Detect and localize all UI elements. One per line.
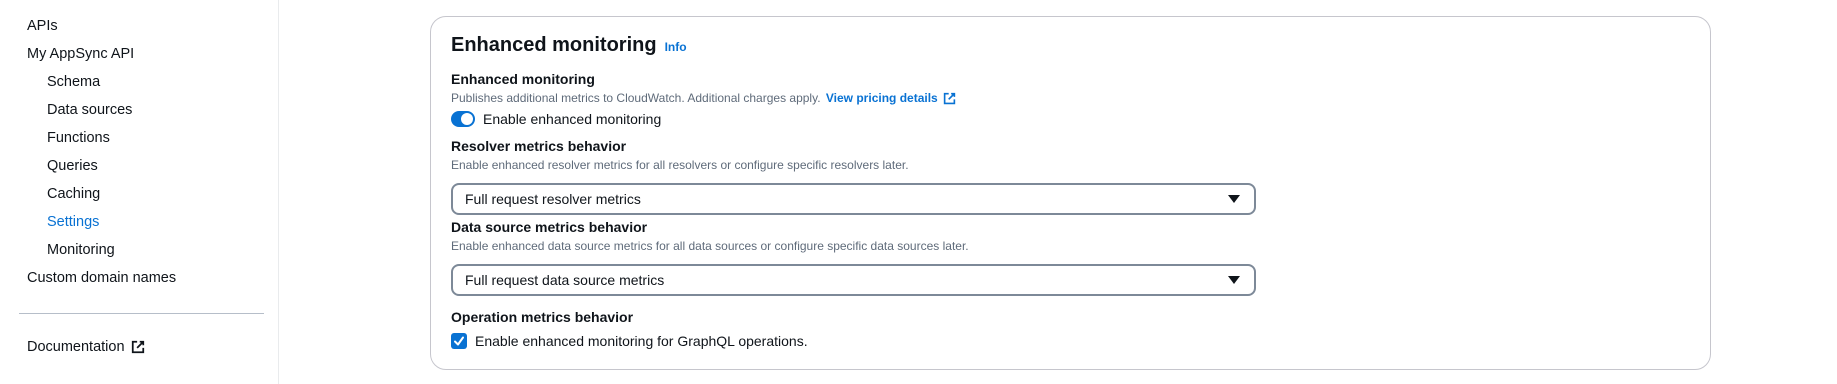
sidebar-item-custom-domain-names[interactable]: Custom domain names xyxy=(27,270,176,286)
data-source-metrics-select-value: Full request data source metrics xyxy=(465,272,665,288)
sidebar-item-functions[interactable]: Functions xyxy=(47,130,110,146)
app-root: APIs My AppSync API Schema Data sources … xyxy=(0,0,1837,384)
enhanced-monitoring-toggle[interactable] xyxy=(451,111,475,127)
enhanced-monitoring-container: Enhanced monitoring Info Enhanced monito… xyxy=(430,16,1711,370)
enhanced-monitoring-label: Enhanced monitoring xyxy=(451,71,595,87)
sidebar-item-my-appsync-api[interactable]: My AppSync API xyxy=(27,46,134,62)
operation-metrics-label: Operation metrics behavior xyxy=(451,309,634,325)
resolver-metrics-label: Resolver metrics behavior xyxy=(451,138,627,154)
container-header: Enhanced monitoring Info xyxy=(451,34,687,57)
side-navigation: APIs My AppSync API Schema Data sources … xyxy=(0,0,279,384)
sidebar-item-caching[interactable]: Caching xyxy=(47,186,100,202)
operation-metrics-checkbox[interactable] xyxy=(451,333,467,349)
data-source-metrics-label: Data source metrics behavior xyxy=(451,219,648,235)
checkmark-icon xyxy=(454,336,464,346)
resolver-metrics-select-value: Full request resolver metrics xyxy=(465,191,641,207)
operation-metrics-checkbox-row: Enable enhanced monitoring for GraphQL o… xyxy=(451,333,808,349)
data-source-metrics-description: Enable enhanced data source metrics for … xyxy=(451,239,969,253)
sidebar-item-settings[interactable]: Settings xyxy=(47,214,99,230)
container-title: Enhanced monitoring xyxy=(451,34,657,56)
sidebar-item-queries[interactable]: Queries xyxy=(47,158,98,174)
enhanced-monitoring-description: Publishes additional metrics to CloudWat… xyxy=(451,91,956,105)
view-pricing-details-link[interactable]: View pricing details xyxy=(826,91,956,105)
info-link[interactable]: Info xyxy=(665,40,687,54)
documentation-label: Documentation xyxy=(27,339,125,355)
sidebar-divider xyxy=(19,313,264,314)
external-link-icon xyxy=(131,340,144,354)
toggle-knob xyxy=(461,113,473,125)
caret-down-icon xyxy=(1228,276,1240,284)
sidebar-item-monitoring[interactable]: Monitoring xyxy=(47,242,115,258)
resolver-metrics-select[interactable]: Full request resolver metrics xyxy=(451,183,1256,215)
resolver-metrics-description: Enable enhanced resolver metrics for all… xyxy=(451,158,909,172)
enhanced-monitoring-description-text: Publishes additional metrics to CloudWat… xyxy=(451,91,821,105)
documentation-link[interactable]: Documentation xyxy=(27,339,145,355)
sidebar-item-schema[interactable]: Schema xyxy=(47,74,100,90)
operation-metrics-checkbox-label[interactable]: Enable enhanced monitoring for GraphQL o… xyxy=(475,333,808,349)
enhanced-monitoring-toggle-label[interactable]: Enable enhanced monitoring xyxy=(483,111,661,127)
view-pricing-details-label: View pricing details xyxy=(825,91,938,105)
data-source-metrics-select[interactable]: Full request data source metrics xyxy=(451,264,1256,296)
sidebar-item-apis[interactable]: APIs xyxy=(27,18,58,34)
sidebar-item-data-sources[interactable]: Data sources xyxy=(47,102,132,118)
enhanced-monitoring-toggle-row: Enable enhanced monitoring xyxy=(451,111,661,127)
caret-down-icon xyxy=(1228,195,1240,203)
external-link-icon xyxy=(943,92,955,104)
